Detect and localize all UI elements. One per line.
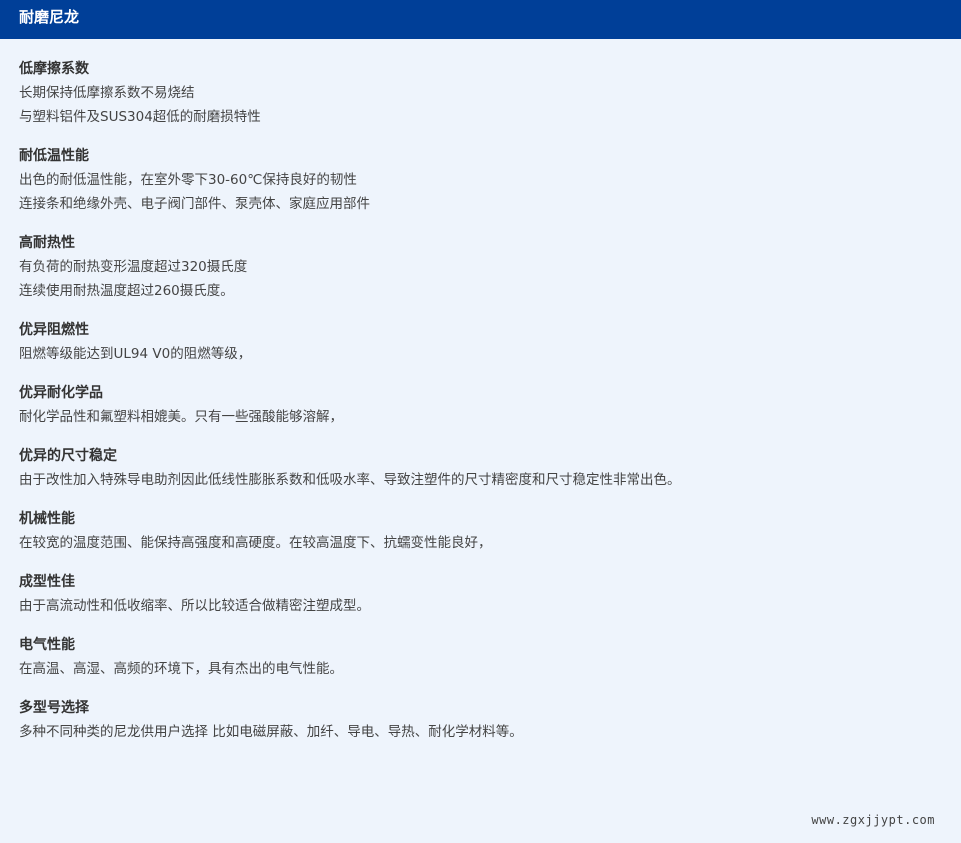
section-title: 高耐热性 — [19, 235, 75, 251]
section-dimensional-stability: 优异的尺寸稳定 由于改性加入特殊导电助剂因此低线性膨胀系数和低吸水率、导致注塑件… — [19, 445, 961, 492]
section-text: 与塑料铝件及SUS304超低的耐磨损特性 — [19, 109, 261, 125]
section-title: 电气性能 — [19, 637, 75, 653]
section-model-options: 多型号选择 多种不同种类的尼龙供用户选择 比如电磁屏蔽、加纤、导电、导热、耐化学… — [19, 697, 961, 744]
section-chemical-resistance: 优异耐化学品 耐化学品性和氟塑料相媲美。只有一些强酸能够溶解， — [19, 382, 961, 429]
section-text: 由于高流动性和低收缩率、所以比较适合做精密注塑成型。 — [19, 598, 370, 614]
section-text: 在高温、高湿、高频的环境下，具有杰出的电气性能。 — [19, 661, 343, 677]
section-flame-retardant: 优异阻燃性 阻燃等级能达到UL94 V0的阻燃等级， — [19, 319, 961, 366]
section-mechanical: 机械性能 在较宽的温度范围、能保持高强度和高硬度。在较高温度下、抗蠕变性能良好， — [19, 508, 961, 555]
section-text: 连接条和绝缘外壳、电子阀门部件、泵壳体、家庭应用部件 — [19, 196, 370, 212]
section-heat-resistance: 高耐热性 有负荷的耐热变形温度超过320摄氏度 连续使用耐热温度超过260摄氏度… — [19, 232, 961, 303]
section-title: 优异阻燃性 — [19, 322, 89, 338]
page-title: 耐磨尼龙 — [19, 8, 80, 26]
section-low-friction: 低摩擦系数 长期保持低摩擦系数不易烧结 与塑料铝件及SUS304超低的耐磨损特性 — [19, 58, 961, 129]
section-text: 出色的耐低温性能，在室外零下30-60℃保持良好的韧性 — [19, 172, 357, 188]
section-text: 有负荷的耐热变形温度超过320摄氏度 — [19, 259, 248, 275]
site-watermark: www.zgxjjypt.com — [811, 813, 935, 827]
section-text: 由于改性加入特殊导电助剂因此低线性膨胀系数和低吸水率、导致注塑件的尺寸精密度和尺… — [19, 472, 681, 488]
section-text: 阻燃等级能达到UL94 V0的阻燃等级， — [19, 346, 252, 362]
section-title: 成型性佳 — [19, 574, 75, 590]
section-text: 连续使用耐热温度超过260摄氏度。 — [19, 283, 234, 299]
section-moldability: 成型性佳 由于高流动性和低收缩率、所以比较适合做精密注塑成型。 — [19, 571, 961, 618]
section-text: 耐化学品性和氟塑料相媲美。只有一些强酸能够溶解， — [19, 409, 343, 425]
section-title: 低摩擦系数 — [19, 61, 89, 77]
section-title: 多型号选择 — [19, 700, 89, 716]
section-title: 优异耐化学品 — [19, 385, 103, 401]
section-title: 耐低温性能 — [19, 148, 89, 164]
section-title: 机械性能 — [19, 511, 75, 527]
section-text: 长期保持低摩擦系数不易烧结 — [19, 85, 195, 101]
page-header: 耐磨尼龙 — [0, 0, 961, 39]
section-text: 多种不同种类的尼龙供用户选择 比如电磁屏蔽、加纤、导电、导热、耐化学材料等。 — [19, 724, 523, 740]
section-low-temperature: 耐低温性能 出色的耐低温性能，在室外零下30-60℃保持良好的韧性 连接条和绝缘… — [19, 145, 961, 216]
section-title: 优异的尺寸稳定 — [19, 448, 117, 464]
section-text: 在较宽的温度范围、能保持高强度和高硬度。在较高温度下、抗蠕变性能良好， — [19, 535, 492, 551]
section-electrical: 电气性能 在高温、高湿、高频的环境下，具有杰出的电气性能。 — [19, 634, 961, 681]
feature-list: 低摩擦系数 长期保持低摩擦系数不易烧结 与塑料铝件及SUS304超低的耐磨损特性… — [0, 39, 961, 744]
